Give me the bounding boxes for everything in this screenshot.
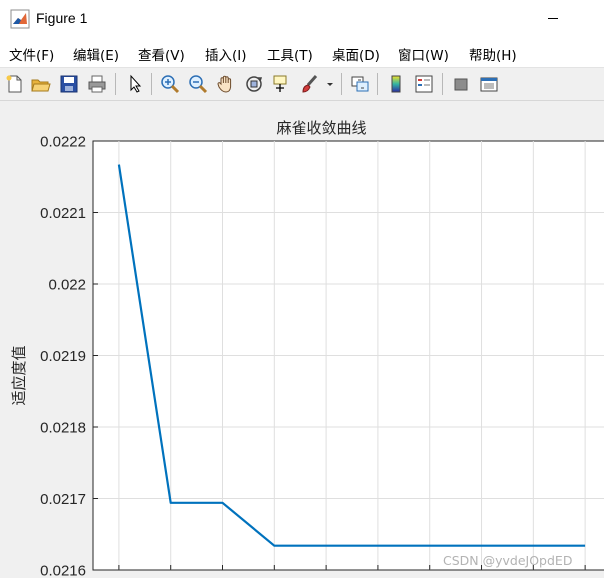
print-icon[interactable] [86,73,108,95]
y-tick-label: 0.0221 [40,205,86,222]
y-axis-label: 适应度值 [10,345,28,405]
matlab-logo-icon [10,9,30,29]
y-tick-label: 0.0222 [40,134,86,151]
figure-toolbar [0,67,604,101]
y-tick-label: 0.0216 [40,563,86,578]
rotate-3d-icon[interactable] [243,73,265,95]
hide-plot-tools-icon[interactable] [450,73,472,95]
csdn-watermark: CSDN @yvdeJOpdED [443,553,573,568]
toolbar-separator [442,73,443,95]
toolbar-separator [341,73,342,95]
pointer-arrow-icon[interactable] [124,73,146,95]
menu-bar: 文件(F) 编辑(E) 查看(V) 插入(I) 工具(T) 桌面(D) 窗口(W… [0,38,604,67]
window-title: Figure 1 [36,10,88,26]
link-plot-icon[interactable] [349,73,371,95]
zoom-out-icon[interactable] [187,73,209,95]
menu-desktop[interactable]: 桌面(D) [332,44,380,64]
plot-canvas[interactable]: 0.0216 0.0217 0.0218 0.0219 0.022 0.0221 0.022… [0,101,604,578]
legend-icon[interactable] [413,73,435,95]
brush-icon[interactable] [299,73,321,95]
new-figure-icon[interactable] [4,73,26,95]
y-tick-label: 0.0217 [40,491,86,508]
colorbar-icon[interactable] [385,73,407,95]
menu-edit[interactable]: 编辑(E) [73,44,119,64]
minimize-button[interactable] [548,18,558,19]
title-bar: Figure 1 [0,0,604,38]
show-plot-tools-icon[interactable] [478,73,500,95]
figure-canvas[interactable]: 0.0216 0.0217 0.0218 0.0219 0.022 0.0221 0.022… [0,101,604,578]
menu-window[interactable]: 窗口(W) [398,44,449,64]
y-tick-label: 0.0219 [40,348,86,365]
toolbar-separator [377,73,378,95]
chart-title: 麻雀收敛曲线 [276,119,366,137]
menu-file[interactable]: 文件(F) [9,44,54,64]
menu-help[interactable]: 帮助(H) [469,44,517,64]
brush-dropdown-icon[interactable] [324,73,336,95]
toolbar-separator [151,73,152,95]
y-tick-label: 0.0218 [40,420,86,437]
open-folder-icon[interactable] [30,73,52,95]
y-tick-label: 0.022 [48,277,86,294]
pan-hand-icon[interactable] [215,73,237,95]
toolbar-separator [115,73,116,95]
zoom-in-icon[interactable] [159,73,181,95]
save-icon[interactable] [58,73,80,95]
data-cursor-icon[interactable] [271,73,293,95]
menu-insert[interactable]: 插入(I) [205,44,247,64]
menu-tools[interactable]: 工具(T) [267,44,313,64]
menu-view[interactable]: 查看(V) [138,44,185,64]
